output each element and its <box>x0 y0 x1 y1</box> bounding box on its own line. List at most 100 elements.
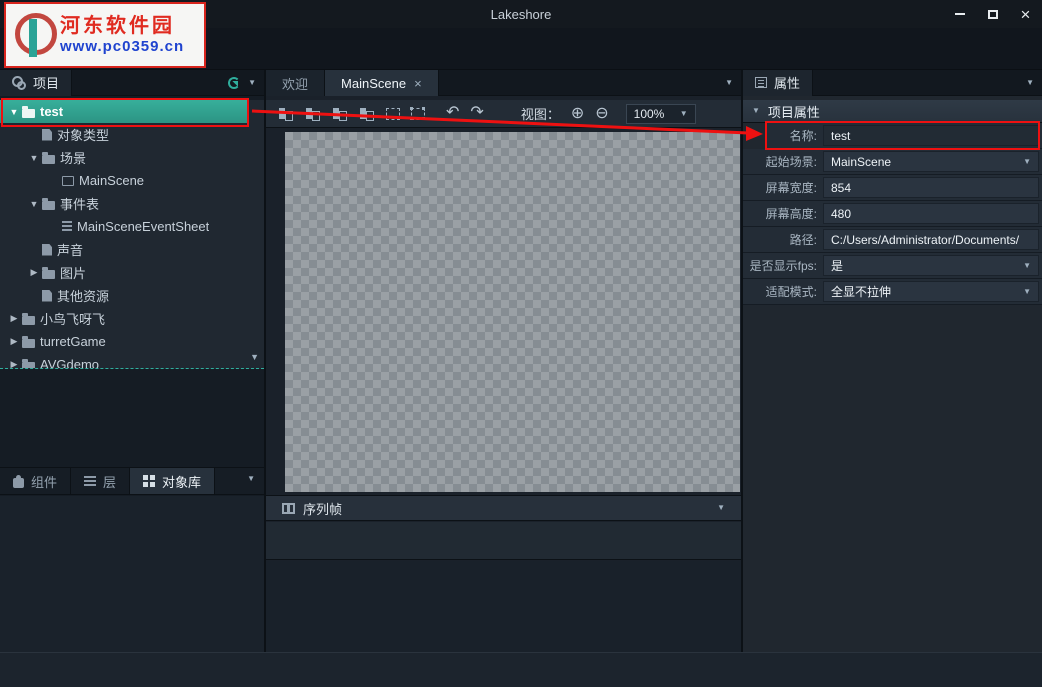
chevron-down-icon: ▼ <box>1023 260 1031 270</box>
tree-item-images[interactable]: ▶ 图片 <box>0 261 248 284</box>
chevron-down-icon[interactable]: ▼ <box>247 475 255 483</box>
folder-icon <box>22 312 35 325</box>
tree-item-other-resources[interactable]: 其他资源 <box>0 284 248 307</box>
tree-item-object-types[interactable]: 对象类型 <box>0 123 248 146</box>
tree-item-project-avgdemo[interactable]: ▶ AVGdemo <box>0 353 248 368</box>
chevron-down-icon[interactable]: ▼ <box>717 504 725 512</box>
property-value-show-fps[interactable]: 是 ▼ <box>823 255 1039 276</box>
chevron-right-icon[interactable]: ▶ <box>26 267 42 278</box>
tree-item-sounds[interactable]: 声音 <box>0 238 248 261</box>
components-icon <box>13 474 24 488</box>
app-window: Lakeshore × 河东软件园 www.pc0359.cn 项目 ▼ ▼ te… <box>0 0 1042 687</box>
view-label: 视图： <box>520 107 560 122</box>
selection-marquee-icon[interactable] <box>386 107 400 120</box>
property-label: 屏幕宽度: <box>765 181 817 195</box>
tree-item-scenes[interactable]: ▼ 场景 <box>0 146 248 169</box>
property-value-start-scene[interactable]: MainScene ▼ <box>823 151 1039 172</box>
property-value-text: 全显不拉伸 <box>831 285 892 299</box>
project-panel-tabstrip: 项目 ▼ <box>0 69 264 96</box>
align-top-icon[interactable] <box>359 107 375 121</box>
properties-panel-tabstrip: 属性 ▼ <box>743 69 1042 96</box>
undo-icon[interactable]: ↶ <box>446 104 459 121</box>
zoom-in-icon[interactable]: ⊕ <box>571 105 584 122</box>
chevron-down-icon[interactable]: ▼ <box>248 78 256 87</box>
tree-item-project-turretgame[interactable]: ▶ turretGame <box>0 330 248 353</box>
zoom-level-value: 100% <box>633 106 665 121</box>
grid-icon <box>143 475 155 487</box>
tab-label: 层 <box>103 474 117 490</box>
crop-icon[interactable] <box>410 106 425 120</box>
property-label: 起始场景: <box>765 155 817 169</box>
property-label: 屏幕高度: <box>765 207 817 221</box>
tree-item-mainscene-event-sheet[interactable]: MainSceneEventSheet <box>0 215 248 238</box>
left-bottom-tabs: 组件 层 对象库 <box>0 467 264 495</box>
tab-project[interactable]: 项目 <box>0 69 73 96</box>
property-row-screen-height: 屏幕高度: 480 <box>743 201 1042 227</box>
tab-components[interactable]: 组件 <box>0 468 72 494</box>
property-value-path: C:/Users/Administrator/Documents/ <box>823 229 1039 250</box>
scroll-down-icon[interactable]: ▼ <box>250 352 259 362</box>
sync-icon[interactable] <box>228 76 241 89</box>
tab-label: 对象库 <box>162 474 202 490</box>
tab-project-label: 项目 <box>33 76 60 91</box>
tab-object-library[interactable]: 对象库 <box>130 468 216 494</box>
chevron-down-icon: ▼ <box>1023 156 1031 166</box>
tab-layers[interactable]: 层 <box>71 468 131 494</box>
close-button[interactable]: × <box>1009 0 1042 28</box>
folder-icon <box>42 266 55 279</box>
watermark-site-name: 河东软件园 <box>60 15 175 37</box>
sheet-icon <box>62 220 72 233</box>
filmstrip-icon <box>282 502 295 514</box>
redo-icon[interactable]: ↷ <box>470 104 483 121</box>
tab-properties[interactable]: 属性 <box>743 69 814 96</box>
property-label: 适配模式: <box>765 285 817 299</box>
property-value-fit-mode[interactable]: 全显不拉伸 ▼ <box>823 281 1039 302</box>
window-title: Lakeshore <box>490 6 552 22</box>
tree-item-project-xiaoniao[interactable]: ▶ 小鸟飞呀飞 <box>0 307 248 330</box>
folder-icon <box>22 105 35 118</box>
maximize-button[interactable] <box>976 0 1009 28</box>
tree-item-label: 图片 <box>60 266 87 281</box>
tab-welcome[interactable]: 欢迎 <box>266 70 326 96</box>
chevron-down-icon[interactable]: ▼ <box>1026 78 1034 87</box>
scene-canvas[interactable] <box>285 132 740 492</box>
chevron-down-icon: ▼ <box>679 108 688 118</box>
minimize-button[interactable] <box>943 0 976 28</box>
chevron-down-icon[interactable]: ▼ <box>725 78 733 87</box>
send-to-back-icon[interactable] <box>278 107 294 121</box>
tab-label: 欢迎 <box>282 76 309 92</box>
chevron-right-icon[interactable]: ▶ <box>6 313 22 324</box>
file-icon <box>42 128 52 141</box>
tab-label: MainScene <box>341 75 407 91</box>
bring-to-front-icon[interactable] <box>305 107 321 121</box>
property-row-start-scene: 起始场景: MainScene ▼ <box>743 149 1042 175</box>
folder-icon <box>22 335 35 348</box>
zoom-out-icon[interactable]: ⊖ <box>595 105 608 122</box>
chevron-down-icon[interactable]: ▼ <box>26 153 42 163</box>
scene-icon <box>62 175 74 186</box>
tree-item-mainscene[interactable]: MainScene <box>0 169 248 192</box>
tab-mainscene[interactable]: MainScene × <box>325 70 439 96</box>
window-controls: × <box>943 0 1042 28</box>
tree-item-event-sheets[interactable]: ▼ 事件表 <box>0 192 248 215</box>
close-icon[interactable]: × <box>414 77 422 90</box>
tree-item-label: 其他资源 <box>57 289 110 304</box>
site-watermark-text: 河东软件园 www.pc0359.cn <box>60 14 184 56</box>
tree-item-label: 声音 <box>57 243 84 258</box>
chevron-right-icon[interactable]: ▶ <box>6 336 22 347</box>
project-properties-header[interactable]: ▼ 项目属性 <box>743 100 1042 123</box>
property-value-text: 854 <box>831 180 852 195</box>
watermark-site-url: www.pc0359.cn <box>60 38 185 55</box>
zoom-level-select[interactable]: 100% ▼ <box>625 103 696 124</box>
property-label: 名称: <box>789 129 817 143</box>
property-row-fit-mode: 适配模式: 全显不拉伸 ▼ <box>743 279 1042 305</box>
frames-panel-header[interactable]: 序列帧 ▼ <box>266 495 741 521</box>
chevron-down-icon[interactable]: ▼ <box>6 107 22 117</box>
properties-list-icon <box>755 77 767 88</box>
tree-item-test[interactable]: ▼ test <box>0 100 248 123</box>
property-value-text: test <box>831 128 851 143</box>
align-left-icon[interactable] <box>332 107 348 121</box>
chevron-right-icon[interactable]: ▶ <box>6 359 22 368</box>
chevron-down-icon[interactable]: ▼ <box>26 199 42 209</box>
property-value-name[interactable]: test <box>823 125 1039 146</box>
